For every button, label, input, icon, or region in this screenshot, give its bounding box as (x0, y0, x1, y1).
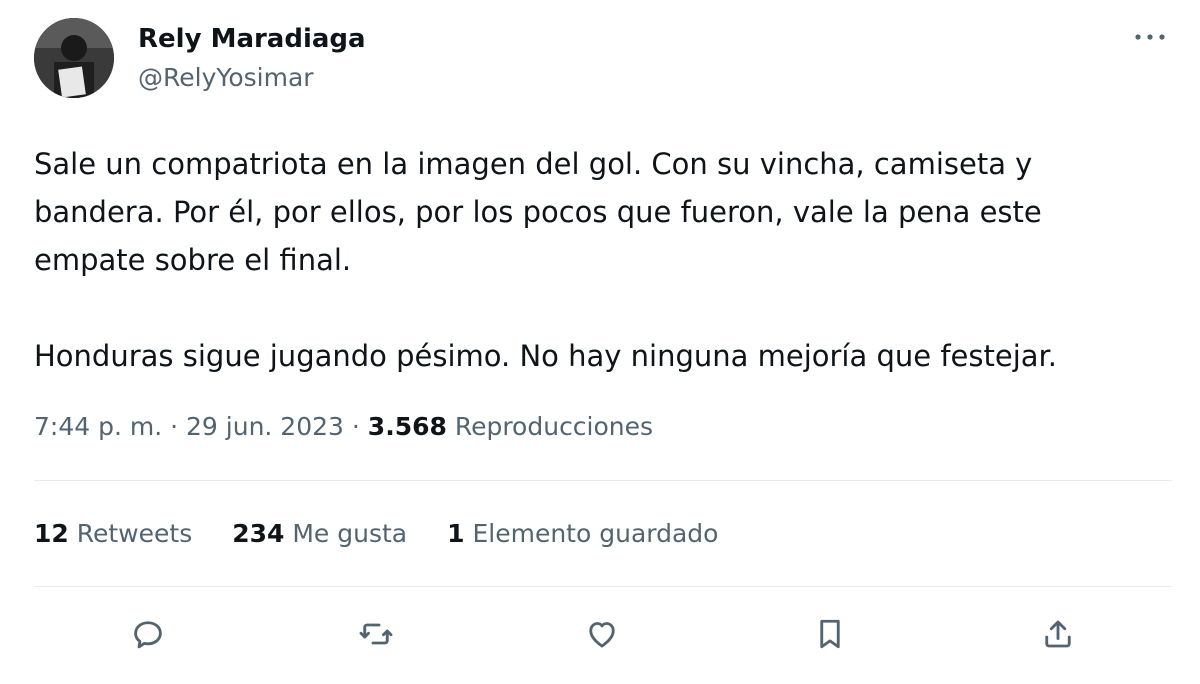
meta-separator: · (170, 412, 179, 441)
bookmark-button[interactable] (802, 606, 858, 662)
action-bar (0, 606, 1200, 662)
heart-icon (589, 622, 615, 648)
likes-label: Me gusta (292, 519, 408, 548)
bookmark-icon (820, 619, 840, 649)
avatar-image (34, 18, 114, 98)
views-count: 3.568 (367, 412, 447, 441)
retweet-icon (359, 623, 393, 645)
retweets-stat[interactable]: 12 Retweets (34, 514, 192, 554)
tweet-date[interactable]: 29 jun. 2023 (186, 412, 344, 441)
more-options-button[interactable] (1128, 22, 1172, 52)
display-name[interactable]: Rely Maradiaga (138, 22, 366, 56)
user-handle[interactable]: @RelyYosimar (138, 62, 314, 94)
bookmarks-stat[interactable]: 1 Elemento guardado (447, 514, 718, 554)
share-button[interactable] (1030, 606, 1086, 662)
tweet-metadata: 7:44 p. m. · 29 jun. 2023 · 3.568 Reprod… (34, 407, 653, 447)
reply-icon (134, 621, 162, 649)
share-icon (1045, 620, 1071, 648)
like-button[interactable] (574, 606, 630, 662)
engagement-stats: 12 Retweets 234 Me gusta 1 Elemento guar… (34, 514, 718, 554)
retweets-label: Retweets (76, 519, 193, 548)
meta-separator: · (351, 412, 360, 441)
bookmarks-count: 1 (447, 519, 465, 548)
divider (34, 586, 1172, 587)
tweet-text: Sale un compatriota en la imagen del gol… (34, 147, 1058, 373)
likes-stat[interactable]: 234 Me gusta (232, 514, 407, 554)
tweet-card: Rely Maradiaga @RelyYosimar Sale un comp… (0, 0, 1200, 684)
retweets-count: 12 (34, 519, 69, 548)
bookmarks-label: Elemento guardado (472, 519, 719, 548)
tweet-time[interactable]: 7:44 p. m. (34, 412, 162, 441)
avatar[interactable] (34, 18, 114, 98)
reply-button[interactable] (120, 606, 176, 662)
more-horizontal-icon (1135, 34, 1165, 40)
likes-count: 234 (232, 519, 285, 548)
divider (34, 480, 1172, 481)
views-label: Reproducciones (454, 412, 654, 441)
retweet-button[interactable] (348, 606, 404, 662)
